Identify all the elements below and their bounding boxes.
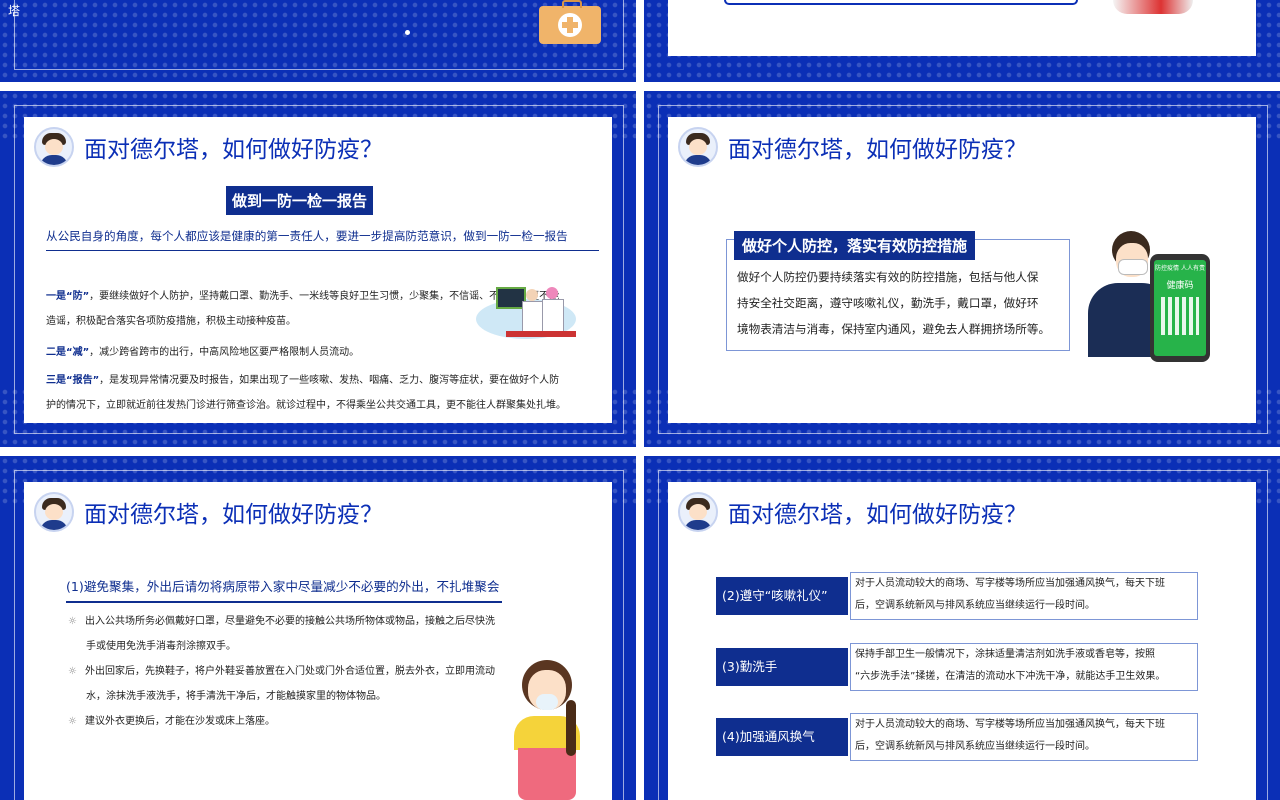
measure-detail-line2: “六步洗手法”揉搓，在清洁的流动水下冲洗干净，就能达手卫生效果。: [855, 671, 1166, 682]
bullet-2-line2: 水，涂抹洗手液洗手，将手清洗干净后，才能触摸家里的物体物品。: [86, 691, 386, 702]
phone-code-label: 健康码: [1166, 281, 1194, 291]
slide-header: 面对德尔塔，如何做好防疫？: [678, 127, 1027, 167]
qr-code: [1161, 297, 1199, 335]
bullet-1-line1: 出入公共场所务必佩戴好口罩，尽量避免不必要的接触公共场所物体或物品，接触之后尽快…: [84, 616, 495, 627]
paragraph-3: 三是“报告”，是发现异常情况要及时报告，如果出现了一些咳嗽、发热、咽痛、乏力、腹…: [46, 368, 606, 418]
section-heading: (1)避免聚集，外出后请勿将病原带入家中尽量减少不必要的外出，不扎堆聚会: [66, 579, 500, 594]
slide-card: 面对德尔塔，如何做好防疫？ 做到一防一检一报告 从公民自身的角度，每个人都应该是…: [24, 117, 612, 423]
sparkle-icon: [405, 30, 410, 35]
slide-thumbnail-5[interactable]: 面对德尔塔，如何做好防疫？ (1)避免聚集，外出后请勿将病原带入家中尽量减少不必…: [0, 456, 636, 800]
slide-card: 面对德尔塔，如何做好防疫？ (1)避免聚集，外出后请勿将病原带入家中尽量减少不必…: [24, 482, 612, 800]
coughing-girl-illustration: [510, 660, 590, 800]
body-line-1: 做好个人防控仍要持续落实有效的防控措施，包括与他人保: [737, 270, 1039, 284]
measure-detail-line2: 后，空调系统新风与排风系统应当继续运行一段时间。: [855, 600, 1095, 611]
section-heading: 做好个人防控，落实有效防控措施: [734, 231, 976, 260]
paragraph-3-lead: 三是“报告”: [46, 375, 100, 386]
decor-swoosh: [1113, 0, 1193, 14]
section-heading: 做到一防一检一报告: [226, 186, 374, 215]
slide-thumbnail-6[interactable]: 面对德尔塔，如何做好防疫？ (2)遵守“咳嗽礼仪” 对于人员流动较大的商场、写字…: [644, 456, 1280, 800]
intro-text: 从公民自身的角度，每个人都应该是健康的第一责任人，要进一步提高防范意识，做到一防…: [46, 229, 568, 243]
slide-card: 面对德尔塔，如何做好防疫？ (2)遵守“咳嗽礼仪” 对于人员流动较大的商场、写字…: [668, 482, 1256, 800]
sun-bullet-icon: ☼: [68, 616, 77, 627]
slide-title: 面对德尔塔，如何做好防疫？: [84, 501, 383, 527]
slide-header: 面对德尔塔，如何做好防疫？: [678, 492, 1027, 532]
slide-card: [668, 0, 1256, 56]
measure-label: (3)勤洗手: [716, 648, 848, 686]
measure-detail: 保持手部卫生一般情况下，涂抹适量清洁剂如洗手液或香皂等，按照 “六步洗手法”揉搓…: [850, 643, 1198, 691]
slide-title: 面对德尔塔，如何做好防疫？: [84, 136, 383, 162]
intro-underline: [46, 250, 599, 251]
slide-title-fragment: 塔: [8, 4, 21, 18]
slide-card: 面对德尔塔，如何做好防疫？ 做好个人防控，落实有效防控措施 做好个人防控仍要持续…: [668, 117, 1256, 423]
phone-header: 防控疫情 人人有责: [1155, 265, 1205, 272]
paragraph-3-line2: 护的情况下，立即就近前往发热门诊进行筛查诊治。就诊过程中，不得乘坐公共交通工具，…: [46, 400, 566, 411]
measure-label: (2)遵守“咳嗽礼仪”: [716, 577, 848, 615]
measure-label: (4)加强通风换气: [716, 718, 848, 756]
measure-detail-line2: 后，空调系统新风与排风系统应当继续运行一段时间。: [855, 741, 1095, 752]
body-text: 做好个人防控仍要持续落实有效的防控措施，包括与他人保 持安全社交距离，遵守咳嗽礼…: [737, 264, 1050, 342]
slide-title: 面对德尔塔，如何做好防疫？: [728, 501, 1027, 527]
body-line-3: 境物表清洁与消毒，保持室内通风，避免去人群拥挤场所等。: [737, 322, 1051, 336]
avatar-icon: [34, 492, 74, 532]
measure-detail: 对于人员流动较大的商场、写字楼等场所应当加强通风换气，每天下班 后，空调系统新风…: [850, 713, 1198, 761]
bullet-3-line1: 建议外衣更换后，才能在沙发或床上落座。: [84, 716, 275, 727]
paragraph-2-text: ，减少跨省跨市的出行，中高风险地区要严格限制人员流动。: [89, 347, 360, 358]
slide-header: 面对德尔塔，如何做好防疫？: [34, 492, 383, 532]
slide-thumbnail-1[interactable]: 塔: [0, 0, 636, 82]
bullet-list: ☼ 出入公共场所务必佩戴好口罩，尽量避免不必要的接触公共场所物体或物品，接触之后尽…: [68, 609, 518, 734]
measure-detail-line1: 对于人员流动较大的商场、写字楼等场所应当加强通风换气，每天下班: [855, 719, 1165, 730]
avatar-icon: [678, 492, 718, 532]
slide-frame: [14, 0, 624, 70]
bullet-2-line1: 外出回家后，先换鞋子，将户外鞋妥善放置在入门处或门外合适位置，脱去外衣，立即用流…: [84, 666, 495, 677]
slide-thumbnail-4[interactable]: 面对德尔塔，如何做好防疫？ 做好个人防控，落实有效防控措施 做好个人防控仍要持续…: [644, 91, 1280, 447]
phone-qr-icon: 防控疫情 人人有责 健康码: [1150, 254, 1210, 362]
measure-detail: 对于人员流动较大的商场、写字楼等场所应当加强通风换气，每天下班 后，空调系统新风…: [850, 572, 1198, 620]
avatar-icon: [678, 127, 718, 167]
measure-detail-line1: 对于人员流动较大的商场、写字楼等场所应当加强通风换气，每天下班: [855, 578, 1165, 589]
heading-underline: [66, 601, 502, 603]
paragraph-2: 二是“减”，减少跨省跨市的出行，中高风险地区要严格限制人员流动。: [46, 340, 359, 365]
paragraph-3-line1: ，是发现异常情况要及时报告，如果出现了一些咳嗽、发热、咽痛、乏力、腹泻等症状，要…: [99, 375, 560, 386]
sun-bullet-icon: ☼: [68, 716, 77, 727]
doctors-illustration: [476, 279, 584, 345]
slide-header: 面对德尔塔，如何做好防疫？: [34, 127, 383, 167]
medical-kit-icon: [539, 0, 601, 44]
slide-thumbnail-3[interactable]: 面对德尔塔，如何做好防疫？ 做到一防一检一报告 从公民自身的角度，每个人都应该是…: [0, 91, 636, 447]
avatar-icon: [34, 127, 74, 167]
sun-bullet-icon: ☼: [68, 666, 77, 677]
paragraph-1-lead: 一是“防”: [46, 291, 90, 302]
decor-bar: [724, 0, 1078, 5]
measure-detail-line1: 保持手部卫生一般情况下，涂抹适量清洁剂如洗手液或香皂等，按照: [855, 649, 1155, 660]
paragraph-2-lead: 二是“减”: [46, 347, 90, 358]
slide-thumbnail-2[interactable]: [644, 0, 1280, 82]
bullet-1-line2: 手或使用免洗手消毒剂涂擦双手。: [86, 641, 236, 652]
slide-title: 面对德尔塔，如何做好防疫？: [728, 136, 1027, 162]
body-line-2: 持安全社交距离，遵守咳嗽礼仪，勤洗手，戴口罩，做好环: [737, 296, 1039, 310]
